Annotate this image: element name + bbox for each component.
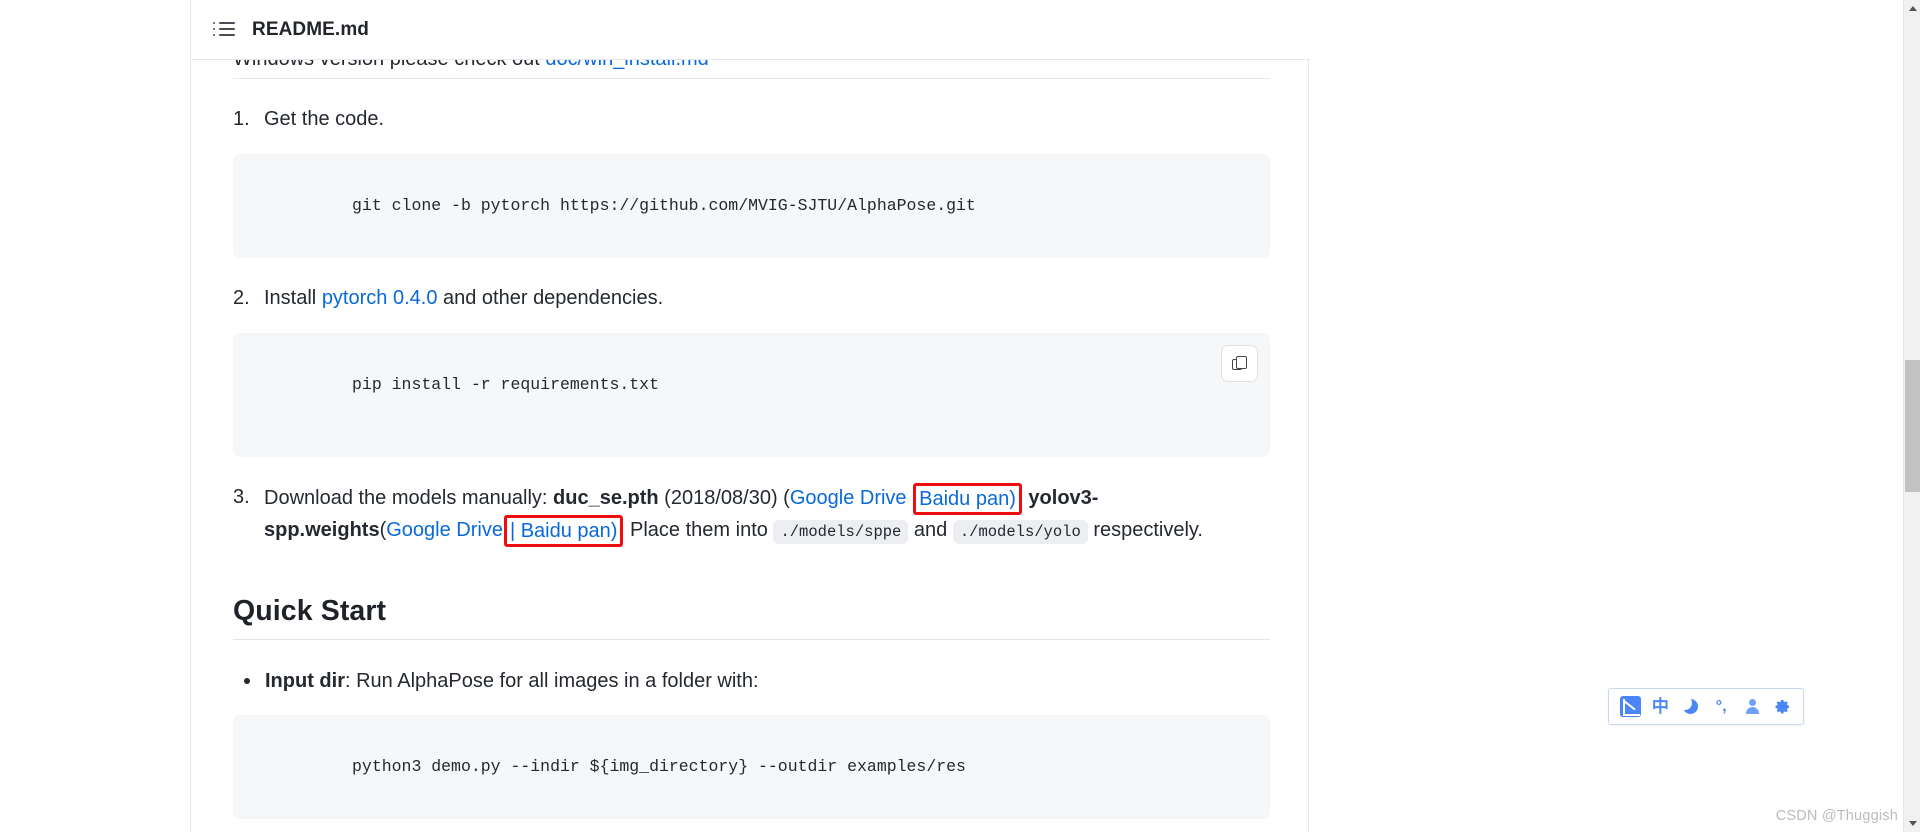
document-content: Windows version please check out doc/win… bbox=[191, 60, 1310, 832]
step-item-2: 2. Install pytorch 0.4.0 and other depen… bbox=[233, 283, 1270, 314]
chinese-mode-icon[interactable]: 中 bbox=[1648, 695, 1672, 719]
step3-t7: and bbox=[908, 519, 953, 541]
bullet-label-input-dir: Input dir bbox=[265, 670, 345, 692]
watermark: CSDN @Thuggish bbox=[1775, 808, 1898, 824]
page-title: README.md bbox=[252, 18, 370, 40]
google-drive-link-2[interactable]: Google Drive bbox=[386, 519, 503, 541]
baidu-pan-link-1[interactable]: Baidu pan) bbox=[919, 488, 1016, 510]
inline-code-models-yolo: ./models/yolo bbox=[952, 520, 1088, 544]
document-column: README.md Windows version please check o… bbox=[190, 0, 1310, 832]
step-item-3: 3. Download the models manually: duc_se.p… bbox=[233, 482, 1270, 548]
code-block-demo-py[interactable]: python3 demo.py --indir ${img_directory}… bbox=[233, 715, 1270, 819]
copy-button[interactable] bbox=[1221, 345, 1258, 382]
code-text: git clone -b pytorch https://github.com/… bbox=[352, 196, 976, 215]
ime-logo-icon[interactable] bbox=[1618, 695, 1642, 719]
list-item-input-dir: Input dir: Run AlphaPose for all images … bbox=[233, 666, 1270, 696]
step3-t8: respectively. bbox=[1087, 519, 1203, 541]
code-text: python3 demo.py --indir ${img_directory}… bbox=[352, 757, 966, 776]
scroll-up-arrow-icon[interactable] bbox=[1904, 0, 1920, 17]
punctuation-icon[interactable]: °, bbox=[1709, 695, 1733, 719]
chinese-mode-label: 中 bbox=[1651, 697, 1669, 716]
step3-t2: (2018/08/30) ( bbox=[658, 487, 790, 509]
code-block-git-clone[interactable]: git clone -b pytorch https://github.com/… bbox=[233, 154, 1270, 258]
google-drive-link-1[interactable]: Google Drive bbox=[790, 487, 907, 509]
step3-t1: Download the models manually: bbox=[264, 487, 554, 509]
annotation-box-baidu-pan-1: Baidu pan) bbox=[913, 483, 1022, 515]
bullet-text-input-dir: : Run AlphaPose for all images in a fold… bbox=[344, 670, 759, 692]
scroll-down-arrow-icon[interactable] bbox=[1904, 815, 1920, 832]
punctuation-label: °, bbox=[1715, 697, 1727, 715]
left-gutter bbox=[0, 0, 190, 832]
install-steps-list: 1. Get the code. bbox=[233, 104, 1270, 135]
step-number-1: 1. bbox=[233, 108, 250, 130]
top-divider bbox=[233, 78, 1270, 79]
step-text-2-before: Install bbox=[264, 287, 322, 309]
code-block-pip-install[interactable]: pip install -r requirements.txt bbox=[233, 333, 1270, 457]
ime-toolbar[interactable]: 中 °, bbox=[1608, 688, 1804, 725]
model-name-duc-se: duc_se.pth bbox=[553, 487, 659, 509]
clipped-previous-line: Windows version please check out doc/win… bbox=[233, 60, 1270, 74]
screen-root: README.md Windows version please check o… bbox=[0, 0, 1920, 832]
document-body[interactable]: Windows version please check out doc/win… bbox=[191, 60, 1310, 832]
install-steps-list-3: 3. Download the models manually: duc_se.p… bbox=[233, 482, 1270, 548]
copy-icon bbox=[1231, 355, 1248, 372]
code-text: pip install -r requirements.txt bbox=[352, 375, 659, 394]
step-text-2-after: and other dependencies. bbox=[437, 287, 664, 309]
clipped-text: Windows version please check out bbox=[233, 60, 545, 70]
moon-icon[interactable] bbox=[1677, 695, 1703, 719]
list-outline-icon[interactable] bbox=[213, 21, 235, 38]
document-header: README.md bbox=[191, 0, 1310, 60]
right-blank-area bbox=[1310, 0, 1900, 832]
pytorch-link[interactable]: pytorch 0.4.0 bbox=[322, 287, 438, 309]
user-icon[interactable] bbox=[1740, 695, 1764, 719]
gear-icon[interactable] bbox=[1770, 695, 1794, 719]
inline-code-models-sppe: ./models/sppe bbox=[773, 520, 909, 544]
heading-divider bbox=[233, 639, 1270, 640]
step-text-1: Get the code. bbox=[264, 108, 385, 130]
vertical-scrollbar[interactable] bbox=[1903, 0, 1920, 832]
install-steps-list-2: 2. Install pytorch 0.4.0 and other depen… bbox=[233, 283, 1270, 314]
step-number-3: 3. bbox=[233, 486, 250, 508]
bullet-icon bbox=[244, 678, 250, 684]
annotation-box-baidu-pan-2: | Baidu pan) bbox=[503, 515, 624, 547]
scrollbar-thumb[interactable] bbox=[1905, 360, 1920, 492]
win-install-link[interactable]: doc/win_install.md bbox=[545, 60, 708, 70]
step3-t6: Place them into bbox=[624, 519, 774, 541]
section-heading-quick-start: Quick Start bbox=[233, 595, 387, 627]
baidu-pan-link-2[interactable]: | Baidu pan) bbox=[510, 520, 618, 542]
step-item-1: 1. Get the code. bbox=[233, 104, 1270, 135]
step3-t3 bbox=[907, 487, 913, 509]
quick-start-bullets: Input dir: Run AlphaPose for all images … bbox=[233, 666, 1270, 696]
step-number-2: 2. bbox=[233, 287, 250, 309]
